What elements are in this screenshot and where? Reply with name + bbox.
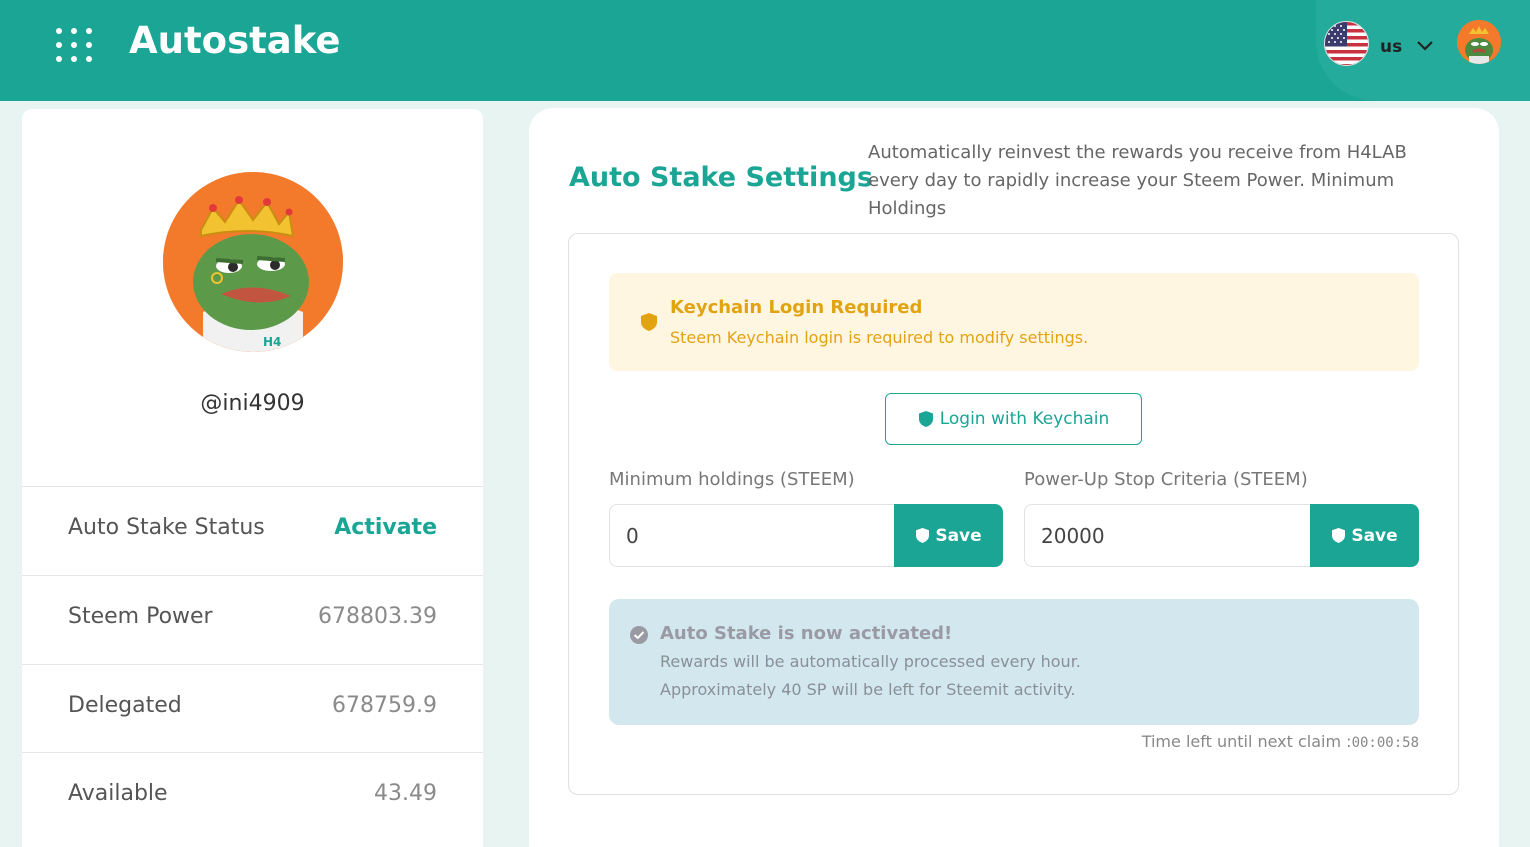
stop-criteria-field[interactable] <box>1041 523 1310 548</box>
language-selector[interactable]: us <box>1380 37 1402 57</box>
save-label: Save <box>1351 525 1398 546</box>
activate-link[interactable]: Activate <box>334 515 437 540</box>
timer-label: Time left until next claim : <box>1141 732 1352 751</box>
stat-label: Auto Stake Status <box>68 515 265 540</box>
stat-row-available: Available 43.49 <box>22 752 483 841</box>
save-stop-criteria-button[interactable]: Save <box>1310 504 1419 567</box>
min-holdings-field[interactable] <box>626 523 895 548</box>
timer-value: 00:00:58 <box>1351 735 1419 751</box>
info-text-line: Approximately 40 SP will be left for Ste… <box>660 680 1076 699</box>
chevron-down-icon[interactable] <box>1414 38 1436 54</box>
grid-menu-icon[interactable] <box>52 24 96 66</box>
us-flag-icon[interactable] <box>1324 21 1369 66</box>
info-text-line: Rewards will be automatically processed … <box>660 652 1081 671</box>
stat-label: Steem Power <box>68 604 213 629</box>
profile-username: @ini4909 <box>200 391 305 416</box>
login-button-label: Login with Keychain <box>939 409 1110 429</box>
stop-criteria-label: Power-Up Stop Criteria (STEEM) <box>1024 469 1308 490</box>
min-holdings-input[interactable] <box>609 504 895 567</box>
warning-text: Steem Keychain login is required to modi… <box>670 328 1089 347</box>
stat-label: Available <box>68 781 168 806</box>
stat-value: 43.49 <box>374 781 437 806</box>
login-with-keychain-button[interactable]: Login with Keychain <box>885 393 1142 445</box>
min-holdings-label: Minimum holdings (STEEM) <box>609 469 855 490</box>
stat-row-auto-stake-status: Auto Stake Status Activate <box>22 486 483 575</box>
settings-form-card: Keychain Login Required Steem Keychain l… <box>568 233 1459 795</box>
settings-title: Auto Stake Settings <box>569 162 873 193</box>
activation-info-alert: Auto Stake is now activated! Rewards wil… <box>609 599 1419 725</box>
keychain-warning-alert: Keychain Login Required Steem Keychain l… <box>609 273 1419 371</box>
warning-title: Keychain Login Required <box>670 297 923 318</box>
settings-panel: Auto Stake Settings Automatically reinve… <box>529 108 1499 847</box>
next-claim-timer: Time left until next claim :00:00:58 <box>1142 732 1419 751</box>
stat-value: 678803.39 <box>318 604 437 629</box>
stat-row-delegated: Delegated 678759.9 <box>22 664 483 753</box>
settings-description: Automatically reinvest the rewards you r… <box>868 142 1407 219</box>
shield-icon <box>916 528 930 543</box>
save-label: Save <box>935 525 982 546</box>
stop-criteria-input[interactable] <box>1024 504 1310 567</box>
shield-icon <box>918 411 933 427</box>
shield-icon <box>1332 528 1346 543</box>
save-min-holdings-button[interactable]: Save <box>894 504 1003 567</box>
shield-icon <box>641 313 657 331</box>
stat-row-steem-power: Steem Power 678803.39 <box>22 575 483 664</box>
info-title: Auto Stake is now activated! <box>660 623 953 644</box>
user-avatar-icon[interactable] <box>1457 20 1501 64</box>
app-title: Autostake <box>129 19 341 62</box>
stat-label: Delegated <box>68 693 182 718</box>
svg-text:H4: H4 <box>263 335 281 349</box>
check-circle-icon <box>630 626 648 644</box>
profile-card: H4 @ini4909 Auto Stake Status Activate S… <box>22 109 483 847</box>
profile-avatar: H4 <box>163 172 343 352</box>
stat-value: 678759.9 <box>332 693 437 718</box>
top-header: Autostake <box>0 0 1530 101</box>
